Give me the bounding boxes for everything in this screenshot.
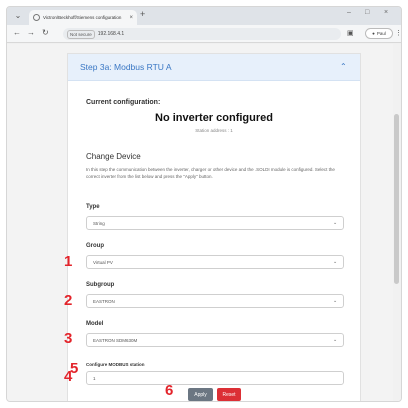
- tab-title: Victron/Beckhoff/Siemens configuration: [43, 15, 122, 20]
- page-content: Step 3a: Modbus RTU A ⌃ Current configur…: [7, 44, 401, 401]
- url-text: 192.168.4.1: [97, 31, 125, 37]
- step-marker-1: 1: [64, 253, 73, 270]
- step-marker-3: 3: [64, 330, 73, 347]
- subgroup-select[interactable]: EASTRON ⌄: [86, 294, 344, 308]
- station-label: Configure MODBUS station: [86, 362, 145, 367]
- profile-label: Paul: [376, 31, 386, 36]
- change-device-heading: Change Device: [86, 152, 141, 161]
- group-select[interactable]: Virtual PV ⌄: [86, 255, 344, 269]
- reload-icon[interactable]: ↻: [42, 28, 49, 37]
- globe-icon: [33, 14, 40, 21]
- chevron-down-icon: ⌄: [333, 259, 338, 265]
- chevron-up-icon[interactable]: ⌃: [340, 62, 347, 71]
- back-icon[interactable]: ←: [13, 28, 21, 37]
- current-config-heading: Current configuration:: [86, 99, 161, 106]
- close-window-icon[interactable]: ×: [384, 9, 388, 16]
- profile-avatar-icon: ●: [372, 31, 375, 36]
- maximize-icon[interactable]: □: [365, 9, 369, 16]
- station-address-note: Station address : 1: [195, 128, 233, 133]
- step-marker-5: 5: [70, 360, 79, 377]
- menu-icon[interactable]: ⋮: [395, 29, 401, 37]
- step-title: Step 3a: Modbus RTU A: [80, 62, 172, 72]
- chevron-down-icon: ⌄: [333, 337, 338, 343]
- tab-strip: ⌄ Victron/Beckhoff/Siemens configuration…: [7, 7, 401, 25]
- forward-icon[interactable]: →: [27, 28, 35, 37]
- page-scrollbar[interactable]: [393, 44, 401, 401]
- browser-window: ⌄ Victron/Beckhoff/Siemens configuration…: [6, 6, 402, 402]
- step-card: Step 3a: Modbus RTU A ⌃ Current configur…: [67, 53, 361, 401]
- step-header[interactable]: Step 3a: Modbus RTU A ⌃: [68, 54, 360, 81]
- address-bar[interactable]: Not secure 192.168.4.1: [63, 28, 341, 40]
- group-value: Virtual PV: [93, 260, 113, 265]
- step-marker-6: 6: [165, 382, 174, 399]
- model-value: EASTRON SDM630M: [93, 338, 138, 343]
- profile-button[interactable]: ● Paul: [365, 28, 393, 39]
- group-label: Group: [86, 243, 104, 249]
- chevron-down-icon: ⌄: [333, 220, 338, 226]
- not-secure-badge[interactable]: Not secure: [67, 29, 95, 39]
- apply-button[interactable]: Apply: [188, 388, 213, 401]
- subgroup-value: EASTRON: [93, 299, 115, 304]
- change-device-description: In this step the communication between t…: [86, 167, 335, 179]
- subgroup-label: Subgroup: [86, 282, 115, 288]
- browser-tab[interactable]: Victron/Beckhoff/Siemens configuration ×: [29, 10, 137, 25]
- reset-button[interactable]: Reset: [217, 388, 241, 401]
- chevron-down-icon: ⌄: [333, 298, 338, 304]
- config-status: No inverter configured: [155, 112, 273, 124]
- type-label: Type: [86, 204, 100, 210]
- minimize-icon[interactable]: –: [347, 9, 351, 16]
- modbus-station-input[interactable]: 1: [86, 371, 344, 385]
- type-value: String: [93, 221, 105, 226]
- step-marker-2: 2: [64, 292, 73, 309]
- extensions-icon[interactable]: ▣: [347, 29, 354, 37]
- model-select[interactable]: EASTRON SDM630M ⌄: [86, 333, 344, 347]
- tab-search-icon[interactable]: ⌄: [10, 9, 26, 22]
- address-toolbar: ← → ↻ Not secure 192.168.4.1 ▣ ● Paul ⋮: [7, 25, 401, 43]
- tab-close-icon[interactable]: ×: [129, 15, 133, 21]
- type-select[interactable]: String ⌄: [86, 216, 344, 230]
- new-tab-button[interactable]: +: [140, 9, 145, 19]
- modbus-station-value: 1: [93, 376, 96, 381]
- scrollbar-thumb[interactable]: [394, 114, 399, 284]
- model-label: Model: [86, 321, 104, 327]
